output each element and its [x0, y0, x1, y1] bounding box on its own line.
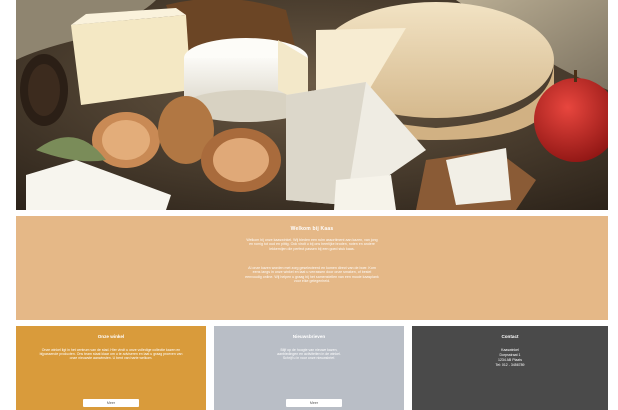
- contact-title: Contact: [501, 334, 519, 339]
- intro-title: Welkom bij Kaas: [290, 226, 334, 232]
- contact-column: Contact Kaaswinkel Dorpsstraat 1 1234 AB…: [412, 326, 608, 410]
- intro-paragraph-2: Al onze kazen worden met zorg geselectee…: [245, 266, 379, 284]
- intro-section: Welkom bij Kaas Welkom bij onze kaaswink…: [16, 216, 608, 320]
- contact-line-2: Dorpsstraat 1: [499, 353, 521, 357]
- newsletter-title: Nieuwsbrieven: [292, 334, 326, 339]
- store-text: Onze winkel ligt in het centrum van de s…: [39, 348, 183, 361]
- contact-line-3: 1234 AB Plaats: [498, 358, 522, 362]
- page: Welkom bij Kaas Welkom bij onze kaaswink…: [16, 0, 608, 410]
- newsletter-more-button[interactable]: Meer: [286, 399, 342, 407]
- store-more-button[interactable]: Meer: [83, 399, 139, 407]
- cheese-photo-icon: [16, 0, 608, 210]
- store-column: Onze winkel Onze winkel ligt in het cent…: [16, 326, 206, 410]
- contact-line-1: Kaaswinkel: [501, 348, 519, 352]
- store-title: Onze winkel: [97, 334, 125, 339]
- intro-paragraph-1: Welkom bij onze kaaswinkel. Wij bieden e…: [246, 238, 378, 251]
- newsletter-text: Blijf op de hoogte van nieuwe kazen, aan…: [277, 348, 341, 361]
- contact-line-4: Tel: 012 - 3456789: [495, 363, 525, 367]
- hero-image: [16, 0, 608, 210]
- newsletter-column: Nieuwsbrieven Blijf op de hoogte van nie…: [214, 326, 404, 410]
